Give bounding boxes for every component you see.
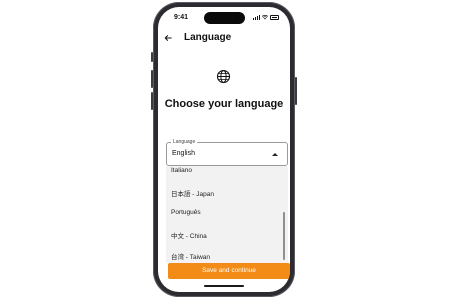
header-title: Language [184, 32, 232, 43]
caret-up-icon [272, 153, 278, 156]
language-select[interactable]: Language English [166, 139, 288, 166]
phone-frame: 9:41 Language Choose your language Langu… [151, 2, 297, 297]
language-option-portugues[interactable]: Português [171, 209, 201, 216]
power-button [295, 77, 297, 105]
language-option-taiwan[interactable]: 台湾 - Taiwan [171, 251, 210, 261]
battery-icon [270, 15, 279, 20]
app-header: Language [158, 31, 290, 49]
wifi-icon [262, 15, 268, 20]
volume-up-button [151, 70, 153, 88]
save-and-continue-button[interactable]: Save and continue [168, 263, 290, 279]
language-select-label: Language [171, 139, 198, 145]
language-option-italiano[interactable]: Italiano [171, 167, 192, 174]
language-option-chinese[interactable]: 中文 - China [171, 230, 207, 240]
status-icons [253, 15, 279, 20]
language-dropdown[interactable]: Italiano 日本語 - Japan Português 中文 - Chin… [166, 166, 288, 263]
status-time: 9:41 [174, 14, 189, 21]
page-title: Choose your language [164, 98, 284, 110]
volume-down-button [151, 92, 153, 110]
language-select-value: English [172, 150, 195, 157]
language-option-japanese[interactable]: 日本語 - Japan [171, 188, 214, 198]
action-button [151, 52, 153, 62]
dynamic-island [204, 12, 245, 24]
signal-icon [253, 15, 260, 20]
globe-icon [216, 69, 231, 84]
home-indicator [204, 285, 244, 287]
dropdown-scrollbar[interactable] [283, 212, 285, 260]
arrow-left-icon[interactable] [164, 34, 172, 42]
phone-screen: 9:41 Language Choose your language Langu… [158, 7, 290, 292]
